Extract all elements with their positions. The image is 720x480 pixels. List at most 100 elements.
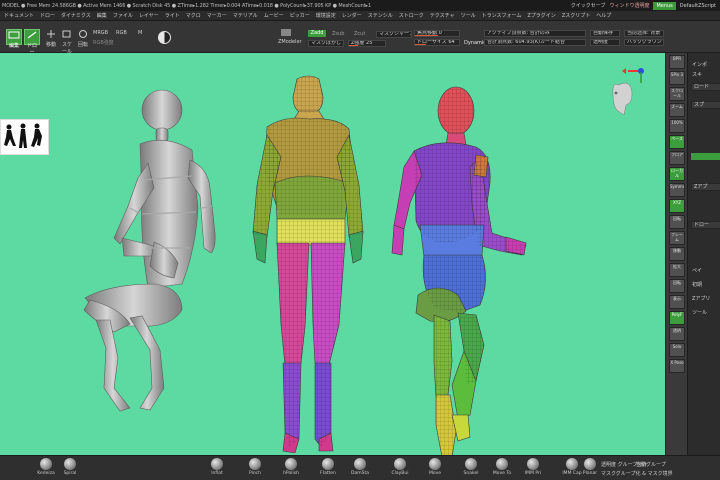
brush-imm-primitives[interactable]: IMM Pri [519,458,547,476]
zoom-button[interactable]: ズーム [669,103,685,117]
menu-stencil[interactable]: ステンシル [368,12,393,19]
move-button[interactable]: 移動 [44,29,58,48]
brush-move-topological[interactable]: Move To [488,458,516,476]
rgb-intensity-slider[interactable]: RGB強度 [93,39,114,46]
scale-button[interactable]: スケール [60,29,74,55]
mannequin-figure-left[interactable] [70,88,240,418]
canvas-viewport[interactable] [0,53,665,455]
persp-button[interactable]: ペース [669,135,685,149]
menu-document[interactable]: ドキュメント [4,12,34,19]
zapplink-label[interactable]: Zアプリ [692,295,710,302]
frame-button[interactable]: フレーム [669,231,685,245]
polyf-button[interactable]: PolyF [669,311,685,325]
brush-move[interactable]: Move [421,458,449,476]
edit-button[interactable]: 編集 [6,29,22,49]
quicksave-button[interactable]: クイックセーブ [571,2,606,9]
brush-flatten[interactable]: Flatten [314,458,342,476]
smooth-mask-button[interactable]: マスクぼかし [308,40,344,47]
scroll-button[interactable]: スクロール [669,87,685,101]
menu-dynamics[interactable]: ダイナミクス [61,12,91,19]
init-label[interactable]: 初期 [692,281,702,288]
transp-button[interactable]: 透明 [669,327,685,341]
window-transparency-button[interactable]: ウィンドウ透明度 [609,2,649,9]
zcut-button[interactable]: Zcut [354,31,365,37]
local-button[interactable]: ローカル [669,167,685,181]
menu-marker[interactable]: マーカー [207,12,227,19]
draw-size-slider[interactable]: ドローサイズ 64 [414,39,460,46]
autosave-button[interactable]: 自動保存 [590,30,620,37]
menu-zplugin[interactable]: Zプラグイン [527,12,555,19]
menu-tool[interactable]: ツール [461,12,476,19]
menu-zscript[interactable]: Zスクリプト [562,12,590,19]
mrgb-button[interactable]: MRGB [93,30,108,36]
brush-inflat[interactable]: Inflat [203,458,231,476]
rgb-button[interactable]: RGB [116,30,127,36]
navigation-head-gizmo[interactable] [598,63,648,123]
zapp-link-button[interactable]: Zアプ [691,183,720,191]
menu-draw[interactable]: ドロー [40,12,55,19]
brush-snakehook[interactable]: Snakel [457,458,485,476]
zsub-button[interactable]: Zsub [332,31,344,37]
paint-label[interactable]: ペイ [692,267,702,274]
default-script-button[interactable]: DefaultZScript [680,3,716,9]
brush-pinch[interactable]: Pinch [241,458,269,476]
spix-button[interactable]: SPix 3 [669,71,685,85]
draw-button[interactable]: ドロー [24,29,40,56]
zadd-button[interactable]: Zadd [308,30,326,37]
menu-render[interactable]: レンダー [342,12,362,19]
menu-material[interactable]: マテリアル [233,12,258,19]
menu-help[interactable]: ヘルプ [596,12,611,19]
pointer-select-field[interactable]: 当前选择: 背景 [624,30,664,37]
xyz-button[interactable]: XYZ [669,199,685,213]
floor-button[interactable]: フロア [669,151,685,165]
skin-button[interactable]: スキ [692,71,702,78]
dynamic-button[interactable]: Dynamic [464,40,486,46]
background-button[interactable]: バックグラウンド [624,39,664,46]
mask-groups-button[interactable]: マスクグループ化 & マスク境界 [601,470,673,477]
menu-transform[interactable]: トランスフォーム [482,12,522,19]
line-fill-button[interactable]: 表示 [669,295,685,309]
solo-button[interactable]: Solo [669,343,685,357]
draw-settings-button[interactable]: ドロー [691,221,720,229]
z-intensity-slider[interactable]: Z強度 25 [348,40,386,47]
auto-groups-button[interactable]: 自動グループ [636,461,666,468]
focal-shift-slider[interactable]: 焦点移動 0 [414,30,460,37]
reference-thumbnail[interactable] [0,119,49,155]
menu-file[interactable]: ファイル [113,12,133,19]
polygroup-figure-right[interactable] [380,85,530,455]
active-tool-swatch[interactable] [691,153,720,160]
menu-preferences[interactable]: 環境設定 [316,12,336,19]
transparent-button[interactable]: 透明度 [590,39,620,46]
rotate-button[interactable]: 回転 [76,29,90,48]
brush-hpolish[interactable]: hPolish [277,458,305,476]
brush-claybuildup[interactable]: ClayBui [386,458,414,476]
menu-picker[interactable]: ピッカー [290,12,310,19]
xpose-button[interactable]: X Pose [669,359,685,373]
menu-macro[interactable]: マクロ [186,12,201,19]
brush-damstandard[interactable]: DamSta [346,458,374,476]
menu-layer[interactable]: レイヤー [139,12,159,19]
m-button[interactable]: M [138,30,142,36]
polygroup-figure-middle[interactable] [245,73,375,453]
move-view-button[interactable]: 移動 [669,247,685,261]
brush-planar[interactable]: Planar [576,458,604,476]
load-button[interactable]: ロード [691,83,720,91]
brush-spiral[interactable]: Spiral [56,458,84,476]
tool-label[interactable]: ツール [692,309,707,316]
material-swatch[interactable] [158,31,171,44]
menu-texture[interactable]: テクスチャ [430,12,455,19]
scale-view-button[interactable]: 拡大 [669,263,685,277]
menu-movie[interactable]: ムービー [264,12,284,19]
zmodeler-button[interactable]: ZModeler [278,28,302,48]
import-button[interactable]: インポ [692,61,707,68]
menus-button[interactable]: Menus [653,1,676,10]
bpr-button[interactable]: BPR [669,55,685,69]
spotlight-button[interactable]: スプ [691,101,720,109]
actual-size-button[interactable]: 100% [669,119,685,133]
menu-stroke[interactable]: ストローク [399,12,424,19]
mask-sharpen-button[interactable]: マスクシャープ [376,31,412,38]
rotate-view-button[interactable]: 回転 [669,279,685,293]
menu-edit[interactable]: 編集 [97,12,107,19]
symmetry-button[interactable]: Symmetry [669,183,685,197]
menu-light[interactable]: ライト [165,12,180,19]
